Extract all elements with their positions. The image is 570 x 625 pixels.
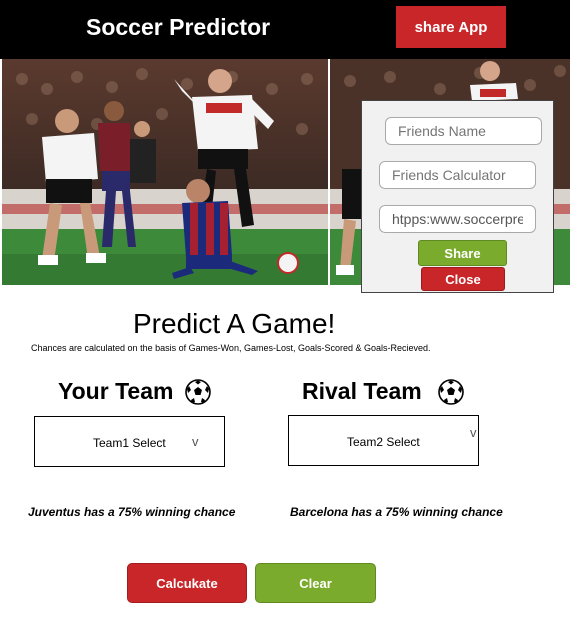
team1-select-label: Team1 Select: [93, 436, 166, 450]
soccer-ball-icon: [185, 378, 212, 405]
share-button[interactable]: Share: [418, 240, 507, 266]
team2-select[interactable]: Team2 Select v: [288, 415, 479, 466]
rival-team-heading: Rival Team: [302, 378, 464, 405]
close-button[interactable]: Close: [421, 267, 505, 291]
rival-team-title: Rival Team: [302, 378, 422, 404]
chevron-down-icon: v: [192, 434, 199, 449]
share-popup: Share Close: [361, 100, 554, 293]
share-link-input[interactable]: [379, 205, 536, 233]
team2-winning-chance: Barcelona has a 75% winning chance: [290, 505, 503, 519]
soccer-ball-icon: [437, 378, 464, 405]
friends-name-input[interactable]: [385, 117, 542, 145]
your-team-heading: Your Team: [58, 378, 212, 405]
team2-select-label: Team2 Select: [347, 435, 420, 449]
chevron-down-icon: v: [470, 425, 477, 440]
page-subtitle: Chances are calculated on the basis of G…: [31, 343, 431, 353]
your-team-title: Your Team: [58, 378, 174, 404]
page-heading: Predict A Game!: [133, 308, 336, 339]
hero-photo-left: [2, 59, 328, 285]
team1-winning-chance: Juventus has a 75% winning chance: [28, 505, 236, 519]
calculate-button[interactable]: Calcukate: [127, 563, 247, 603]
share-app-button[interactable]: share App: [396, 6, 506, 48]
app-title: Soccer Predictor: [86, 14, 271, 40]
friends-calculator-input[interactable]: [379, 161, 536, 189]
clear-button[interactable]: Clear: [255, 563, 376, 603]
team1-select[interactable]: Team1 Select v: [34, 416, 225, 467]
